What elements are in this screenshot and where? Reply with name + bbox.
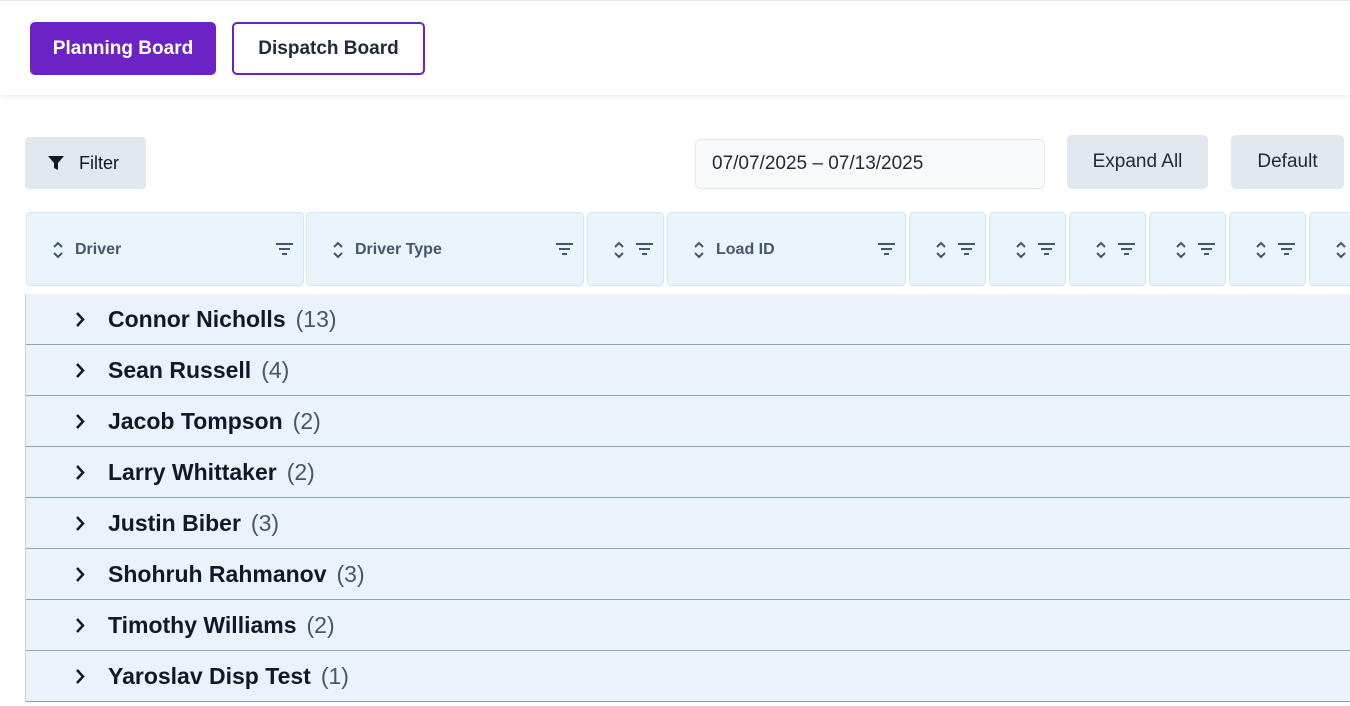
chevron-right-icon[interactable] xyxy=(74,362,86,379)
driver-group-label: Shohruh Rahmanov (3) xyxy=(108,561,365,588)
chevron-right-icon[interactable] xyxy=(74,413,86,430)
sort-icon[interactable] xyxy=(1014,240,1028,260)
driver-group-label: Jacob Tompson (2) xyxy=(108,408,321,435)
column-header-load-id[interactable]: Load ID xyxy=(667,212,906,286)
sort-icon[interactable] xyxy=(331,240,345,260)
driver-group-row[interactable]: Justin Biber (3) xyxy=(25,498,1350,549)
default-view-button[interactable]: Default xyxy=(1231,135,1344,189)
column-filter-icon[interactable] xyxy=(275,242,294,256)
column-header-label: Load ID xyxy=(716,241,775,258)
dispatch-board-button[interactable]: Dispatch Board xyxy=(232,22,425,75)
column-header[interactable] xyxy=(1229,212,1306,286)
column-header-label: Driver xyxy=(75,241,122,258)
column-filter-icon[interactable] xyxy=(1197,242,1216,256)
column-header-label: Driver Type xyxy=(355,241,442,258)
driver-group-row[interactable]: Connor Nicholls (13) xyxy=(25,294,1350,345)
table-header: Driver Driver Type Load ID xyxy=(25,212,1350,288)
column-filter-icon[interactable] xyxy=(957,242,976,256)
chevron-right-icon[interactable] xyxy=(74,668,86,685)
sort-icon[interactable] xyxy=(51,240,65,260)
load-count: (2) xyxy=(286,458,315,485)
column-filter-icon[interactable] xyxy=(635,242,654,256)
column-filter-icon[interactable] xyxy=(555,242,574,256)
driver-group-label: Timothy Williams (2) xyxy=(108,612,335,639)
sort-icon[interactable] xyxy=(1254,240,1268,260)
driver-group-label: Connor Nicholls (13) xyxy=(108,306,337,333)
sort-icon[interactable] xyxy=(934,240,948,260)
driver-name: Justin Biber xyxy=(108,509,241,536)
driver-group-label: Justin Biber (3) xyxy=(108,510,279,537)
load-count: (4) xyxy=(261,356,290,383)
driver-group-list: Connor Nicholls (13) Sean Russell (4) Jaco… xyxy=(25,294,1350,702)
sort-icon[interactable] xyxy=(1174,240,1188,260)
column-header[interactable] xyxy=(909,212,986,286)
chevron-right-icon[interactable] xyxy=(74,464,86,481)
driver-group-label: Yaroslav Disp Test (1) xyxy=(108,663,349,690)
load-count: (1) xyxy=(320,662,349,689)
driver-name: Connor Nicholls xyxy=(108,305,286,332)
driver-name: Shohruh Rahmanov xyxy=(108,560,327,587)
column-header[interactable] xyxy=(1069,212,1146,286)
board-switcher-bar: Planning Board Dispatch Board xyxy=(0,0,1350,95)
chevron-right-icon[interactable] xyxy=(74,515,86,532)
chevron-right-icon[interactable] xyxy=(74,311,86,328)
driver-group-label: Larry Whittaker (2) xyxy=(108,459,315,486)
driver-name: Sean Russell xyxy=(108,356,252,383)
load-count: (3) xyxy=(250,509,280,536)
driver-group-row[interactable]: Sean Russell (4) xyxy=(25,345,1350,396)
date-range-input[interactable]: 07/07/2025 – 07/13/2025 xyxy=(695,139,1045,189)
column-header-driver[interactable]: Driver xyxy=(26,212,304,286)
driver-group-row[interactable]: Yaroslav Disp Test (1) xyxy=(25,651,1350,702)
sort-icon[interactable] xyxy=(612,240,626,260)
driver-group-label: Sean Russell (4) xyxy=(108,357,289,384)
driver-group-row[interactable]: Larry Whittaker (2) xyxy=(25,447,1350,498)
column-header[interactable] xyxy=(587,212,664,286)
chevron-right-icon[interactable] xyxy=(74,617,86,634)
column-filter-icon[interactable] xyxy=(1037,242,1056,256)
driver-group-row[interactable]: Jacob Tompson (2) xyxy=(25,396,1350,447)
column-header[interactable] xyxy=(1149,212,1226,286)
load-count: (2) xyxy=(306,611,335,638)
driver-name: Larry Whittaker xyxy=(108,458,277,485)
load-count: (2) xyxy=(292,407,321,434)
planning-board-button[interactable]: Planning Board xyxy=(30,22,216,75)
driver-group-row[interactable]: Shohruh Rahmanov (3) xyxy=(25,549,1350,600)
filter-button[interactable]: Filter xyxy=(25,137,146,189)
funnel-icon xyxy=(47,154,65,172)
driver-name: Timothy Williams xyxy=(108,611,297,638)
column-header[interactable] xyxy=(1309,212,1350,286)
driver-group-row[interactable]: Timothy Williams (2) xyxy=(25,600,1350,651)
column-header[interactable] xyxy=(989,212,1066,286)
filter-label: Filter xyxy=(79,152,119,173)
expand-all-button[interactable]: Expand All xyxy=(1067,135,1208,189)
load-count: (13) xyxy=(295,305,337,332)
column-header-driver-type[interactable]: Driver Type xyxy=(306,212,584,286)
driver-name: Jacob Tompson xyxy=(108,407,283,434)
chevron-right-icon[interactable] xyxy=(74,566,86,583)
sort-icon[interactable] xyxy=(692,240,706,260)
column-filter-icon[interactable] xyxy=(877,242,896,256)
sort-icon[interactable] xyxy=(1094,240,1108,260)
sort-icon[interactable] xyxy=(1334,240,1348,260)
load-count: (3) xyxy=(336,560,365,587)
column-filter-icon[interactable] xyxy=(1277,242,1296,256)
driver-name: Yaroslav Disp Test xyxy=(108,662,311,689)
column-filter-icon[interactable] xyxy=(1117,242,1136,256)
